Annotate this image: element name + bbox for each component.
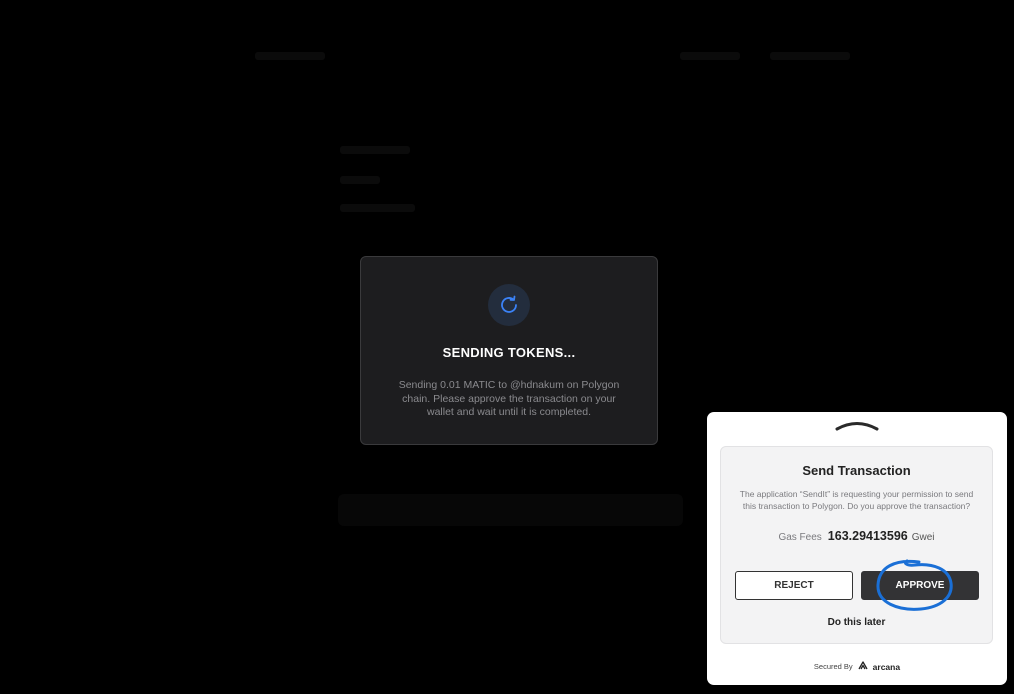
wallet-panel: Send Transaction The application “SendIt…	[707, 412, 1007, 685]
bg-text	[340, 176, 380, 184]
transaction-description: The application “SendIt” is requesting y…	[739, 489, 974, 511]
transaction-title: Send Transaction	[802, 463, 911, 478]
sending-title: SENDING TOKENS...	[442, 345, 576, 360]
gas-unit: Gwei	[911, 532, 935, 543]
sending-description: Sending 0.01 MATIC to @hdnakum on Polygo…	[398, 379, 620, 418]
refresh-icon	[488, 284, 530, 326]
bg-text	[340, 146, 410, 154]
secured-by-footer: Secured By arcana	[707, 661, 1007, 672]
bg-text	[340, 204, 415, 212]
bg-nav-item	[680, 52, 740, 60]
bg-nav-item	[770, 52, 850, 60]
arcana-logo-icon	[858, 661, 868, 672]
bg-button	[338, 494, 683, 526]
reject-button[interactable]: REJECT	[735, 571, 853, 600]
arcana-brand: arcana	[872, 661, 901, 672]
secured-by-label: Secured By	[813, 662, 853, 671]
gas-fees-row: Gas Fees 163.29413596 Gwei	[721, 529, 992, 543]
gas-label: Gas Fees	[778, 532, 822, 543]
sending-modal: SENDING TOKENS... Sending 0.01 MATIC to …	[360, 256, 658, 445]
bg-nav-item	[255, 52, 325, 60]
approve-button[interactable]: APPROVE	[861, 571, 979, 600]
transaction-card: Send Transaction The application “SendIt…	[720, 446, 993, 644]
collapse-handle-icon[interactable]	[835, 418, 879, 437]
gas-value: 163.29413596	[827, 529, 908, 543]
do-this-later-link[interactable]: Do this later	[721, 617, 992, 628]
